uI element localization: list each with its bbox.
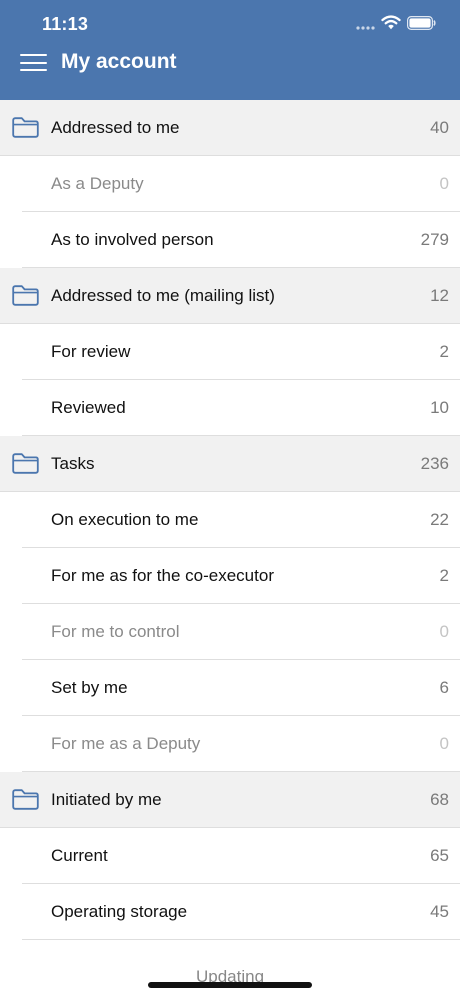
page-title: My account [61,50,177,73]
folder-item-row[interactable]: Operating storage 45 [0,884,460,940]
folder-icon [12,285,39,306]
folder-group-row[interactable]: Addressed to me (mailing list) 12 [0,268,460,324]
folder-item-row[interactable]: For me as a Deputy 0 [0,716,460,772]
cellular-signal-icon [356,26,375,30]
row-label: Reviewed [51,398,126,417]
row-label: Operating storage [51,902,188,921]
hamburger-menu-icon[interactable] [20,54,48,74]
status-bar: 11:13 [0,0,460,48]
folder-item-row[interactable]: Current 65 [0,828,460,884]
row-count: 65 [430,846,449,865]
folder-item-row[interactable]: For me to control 0 [0,604,460,660]
folder-item-row[interactable]: As a Deputy 0 [0,156,460,212]
row-label: For me as a Deputy [51,734,201,753]
row-label: For me to control [51,622,180,641]
folder-item-row[interactable]: For review 2 [0,324,460,380]
row-count: 12 [430,286,449,305]
row-count: 0 [439,734,449,753]
row-label: On execution to me [51,510,199,529]
folder-icon [12,789,39,810]
folder-item-row[interactable]: As to involved person 279 [0,212,460,268]
row-label: Initiated by me [51,790,162,809]
folder-item-row[interactable]: Set by me 6 [0,660,460,716]
row-count: 22 [430,510,449,529]
row-label: For me as for the co-executor [51,566,274,585]
status-time: 11:13 [42,14,89,34]
row-count: 10 [430,398,449,417]
folder-group-row[interactable]: Tasks 236 [0,436,460,492]
row-count: 0 [439,174,449,193]
row-label: Tasks [51,454,95,473]
row-count: 236 [420,454,449,473]
row-count: 45 [430,902,449,921]
toolbar: My account [0,44,460,100]
row-label: As to involved person [51,230,214,249]
row-count: 40 [430,118,449,137]
row-count: 2 [439,566,449,585]
row-count: 6 [439,678,449,697]
row-count: 279 [420,230,449,249]
row-label: Set by me [51,678,128,697]
account-folder-list: Addressed to me 40 As a Deputy 0 As to invol… [0,100,460,940]
app-header: 11:13 My account [0,0,460,100]
battery-icon [407,16,436,30]
row-label: Addressed to me [51,118,180,137]
wifi-icon [381,15,401,30]
row-count: 0 [439,622,449,641]
home-indicator[interactable] [148,982,312,988]
row-label: Addressed to me (mailing list) [51,286,275,305]
row-count: 2 [439,342,449,361]
folder-item-row[interactable]: For me as for the co-executor 2 [0,548,460,604]
folder-icon [12,453,39,474]
folder-group-row[interactable]: Addressed to me 40 [0,100,460,156]
folder-icon [12,117,39,138]
row-label: For review [51,342,131,361]
folder-item-row[interactable]: On execution to me 22 [0,492,460,548]
folder-item-row[interactable]: Reviewed 10 [0,380,460,436]
folder-group-row[interactable]: Initiated by me 68 [0,772,460,828]
row-label: Current [51,846,108,865]
row-count: 68 [430,790,449,809]
row-label: As a Deputy [51,174,144,193]
